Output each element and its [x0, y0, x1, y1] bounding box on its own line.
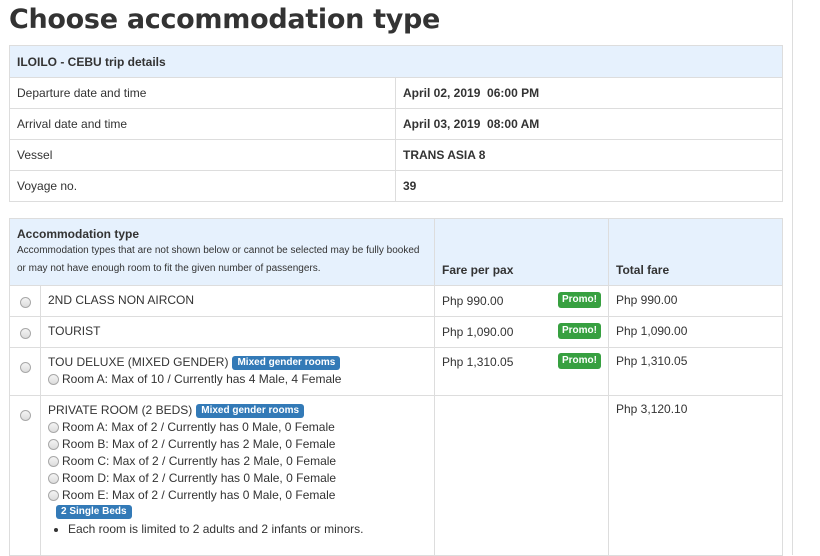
room-option[interactable]: Room C: Max of 2 / Currently has 2 Male,… [48, 453, 427, 470]
accommodation-table: Accommodation type Accommodation types t… [9, 218, 783, 556]
option-details: PRIVATE ROOM (2 BEDS) Mixed gender rooms … [40, 395, 435, 556]
trip-row-arrival: Arrival date and time April 03, 2019 08:… [9, 108, 783, 140]
option-fare: Php 990.00 [442, 294, 504, 308]
option-name: PRIVATE ROOM (2 BEDS) [48, 403, 193, 417]
room-notes: Each room is limited to 2 adults and 2 i… [48, 521, 427, 537]
page-title: Choose accommodation type [9, 4, 441, 35]
trip-row-label: Departure date and time [9, 77, 396, 109]
option-total: Php 990.00 [608, 285, 783, 317]
trip-row-voyage: Voyage no. 39 [9, 170, 783, 202]
room-label: Room A: Max of 2 / Currently has 0 Male,… [62, 420, 335, 434]
option-fare: Php 1,090.00 [442, 325, 514, 339]
option-name-line: PRIVATE ROOM (2 BEDS) Mixed gender rooms [48, 402, 427, 419]
accommodation-option[interactable]: 2ND CLASS NON AIRCON Promo! Php 990.00 P… [9, 285, 783, 317]
option-radio[interactable] [19, 410, 31, 422]
accommodation-type-title: Accommodation type [17, 227, 140, 241]
room-label: Room C: Max of 2 / Currently has 2 Male,… [62, 454, 337, 468]
mixed-gender-badge: Mixed gender rooms [196, 404, 305, 418]
room-radio[interactable] [48, 456, 59, 468]
room-radio[interactable] [48, 422, 59, 434]
room-radio[interactable] [48, 473, 59, 485]
accommodation-type-note: Accommodation types that are not shown b… [17, 245, 420, 274]
option-fare-cell: Promo! Php 990.00 [434, 285, 609, 317]
option-radio[interactable] [19, 328, 31, 340]
trip-row-value: TRANS ASIA 8 [395, 139, 783, 171]
option-radio-cell [9, 347, 41, 396]
room-option[interactable]: Room A: Max of 10 / Currently has 4 Male… [48, 371, 427, 388]
option-fare-cell: Promo! Php 1,090.00 [434, 316, 609, 348]
page-border [792, 0, 793, 555]
trip-row-departure: Departure date and time April 02, 2019 0… [9, 77, 783, 109]
option-radio-cell [9, 285, 41, 317]
room-label: Room A: Max of 10 / Currently has 4 Male… [62, 372, 342, 386]
option-total: Php 1,090.00 [608, 316, 783, 348]
room-option[interactable]: Room D: Max of 2 / Currently has 0 Male,… [48, 470, 427, 487]
option-radio[interactable] [19, 362, 31, 374]
trip-details-header-row: ILOILO - CEBU trip details [9, 45, 783, 78]
trip-row-value: April 03, 2019 08:00 AM [395, 108, 783, 140]
accommodation-option[interactable]: PRIVATE ROOM (2 BEDS) Mixed gender rooms … [9, 395, 783, 556]
option-name: TOURIST [40, 316, 435, 348]
option-fare-cell [434, 395, 609, 556]
trip-row-vessel: Vessel TRANS ASIA 8 [9, 139, 783, 171]
accommodation-option[interactable]: TOURIST Promo! Php 1,090.00 Php 1,090.00 [9, 316, 783, 348]
trip-row-label: Vessel [9, 139, 396, 171]
option-details: TOU DELUXE (MIXED GENDER) Mixed gender ro… [40, 347, 435, 396]
trip-details-table: ILOILO - CEBU trip details Departure dat… [9, 45, 783, 202]
option-total: Php 3,120.10 [608, 395, 783, 556]
option-fare: Php 1,310.05 [442, 355, 514, 369]
option-radio-cell [9, 395, 41, 556]
option-name: 2ND CLASS NON AIRCON [40, 285, 435, 317]
option-name: TOU DELUXE (MIXED GENDER) [48, 355, 229, 369]
option-radio-cell [9, 316, 41, 348]
accommodation-header-row: Accommodation type Accommodation types t… [9, 218, 783, 286]
promo-badge: Promo! [558, 353, 601, 369]
promo-badge: Promo! [558, 292, 601, 308]
trip-row-value: April 02, 2019 06:00 PM [395, 77, 783, 109]
beds-badge: 2 Single Beds [56, 505, 132, 519]
accommodation-type-header: Accommodation type Accommodation types t… [9, 218, 435, 286]
option-total: Php 1,310.05 [608, 347, 783, 396]
option-fare-cell: Promo! Php 1,310.05 [434, 347, 609, 396]
room-note: Each room is limited to 2 adults and 2 i… [68, 521, 427, 537]
option-name-line: TOU DELUXE (MIXED GENDER) Mixed gender ro… [48, 354, 427, 371]
trip-details-header: ILOILO - CEBU trip details [9, 45, 783, 78]
trip-row-label: Voyage no. [9, 170, 396, 202]
mixed-gender-badge: Mixed gender rooms [232, 356, 341, 370]
trip-row-label: Arrival date and time [9, 108, 396, 140]
room-option[interactable]: Room B: Max of 2 / Currently has 2 Male,… [48, 436, 427, 453]
room-radio[interactable] [48, 490, 59, 502]
room-label: Room E: Max of 2 / Currently has 0 Male,… [62, 488, 336, 502]
option-radio[interactable] [19, 297, 31, 309]
room-label: Room D: Max of 2 / Currently has 0 Male,… [62, 471, 337, 485]
trip-row-value: 39 [395, 170, 783, 202]
room-label: Room B: Max of 2 / Currently has 2 Male,… [62, 437, 336, 451]
accommodation-option[interactable]: TOU DELUXE (MIXED GENDER) Mixed gender ro… [9, 347, 783, 396]
room-radio[interactable] [48, 374, 59, 386]
total-fare-header: Total fare [608, 218, 783, 286]
room-option[interactable]: Room A: Max of 2 / Currently has 0 Male,… [48, 419, 427, 436]
room-radio[interactable] [48, 439, 59, 451]
promo-badge: Promo! [558, 323, 601, 339]
room-option[interactable]: Room E: Max of 2 / Currently has 0 Male,… [48, 487, 427, 504]
fare-per-pax-header: Fare per pax [434, 218, 609, 286]
